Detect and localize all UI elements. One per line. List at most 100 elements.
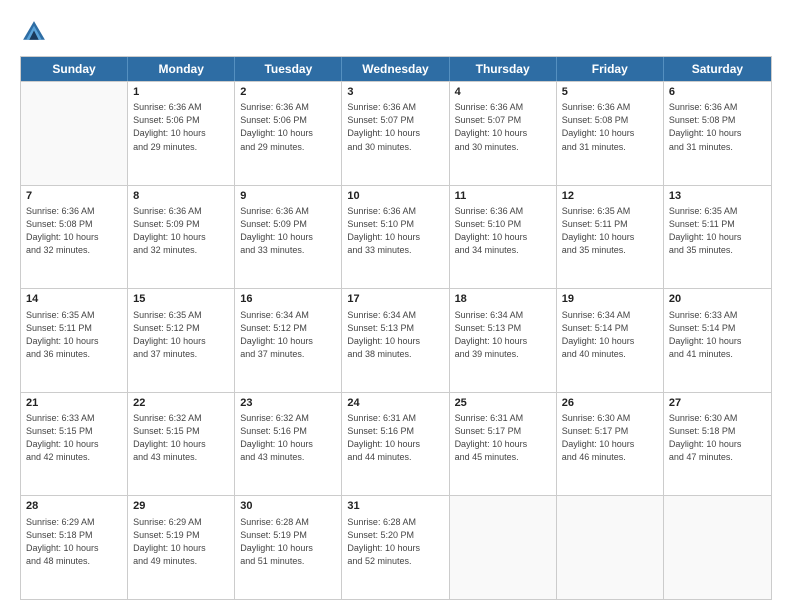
cell-day-number: 28	[26, 499, 122, 514]
cell-info: Sunrise: 6:34 AM Sunset: 5:14 PM Dayligh…	[562, 309, 658, 361]
cell-info: Sunrise: 6:34 AM Sunset: 5:13 PM Dayligh…	[347, 309, 443, 361]
cal-cell: 5Sunrise: 6:36 AM Sunset: 5:08 PM Daylig…	[557, 82, 664, 185]
cal-cell	[557, 496, 664, 599]
cal-cell: 9Sunrise: 6:36 AM Sunset: 5:09 PM Daylig…	[235, 186, 342, 289]
cal-cell	[21, 82, 128, 185]
cell-info: Sunrise: 6:34 AM Sunset: 5:12 PM Dayligh…	[240, 309, 336, 361]
cal-cell: 4Sunrise: 6:36 AM Sunset: 5:07 PM Daylig…	[450, 82, 557, 185]
cell-info: Sunrise: 6:32 AM Sunset: 5:16 PM Dayligh…	[240, 412, 336, 464]
cell-info: Sunrise: 6:35 AM Sunset: 5:11 PM Dayligh…	[669, 205, 766, 257]
day-header-sunday: Sunday	[21, 57, 128, 81]
cal-week-row: 7Sunrise: 6:36 AM Sunset: 5:08 PM Daylig…	[21, 185, 771, 289]
cell-day-number: 8	[133, 189, 229, 204]
cal-cell: 26Sunrise: 6:30 AM Sunset: 5:17 PM Dayli…	[557, 393, 664, 496]
cal-week-row: 1Sunrise: 6:36 AM Sunset: 5:06 PM Daylig…	[21, 81, 771, 185]
cell-day-number: 2	[240, 85, 336, 100]
cal-cell: 2Sunrise: 6:36 AM Sunset: 5:06 PM Daylig…	[235, 82, 342, 185]
cal-week-row: 21Sunrise: 6:33 AM Sunset: 5:15 PM Dayli…	[21, 392, 771, 496]
day-header-monday: Monday	[128, 57, 235, 81]
cell-info: Sunrise: 6:36 AM Sunset: 5:09 PM Dayligh…	[133, 205, 229, 257]
calendar-header: SundayMondayTuesdayWednesdayThursdayFrid…	[21, 57, 771, 81]
cell-info: Sunrise: 6:35 AM Sunset: 5:12 PM Dayligh…	[133, 309, 229, 361]
cell-info: Sunrise: 6:36 AM Sunset: 5:08 PM Dayligh…	[26, 205, 122, 257]
page: SundayMondayTuesdayWednesdayThursdayFrid…	[0, 0, 792, 612]
cell-day-number: 26	[562, 396, 658, 411]
cal-cell: 12Sunrise: 6:35 AM Sunset: 5:11 PM Dayli…	[557, 186, 664, 289]
cal-cell: 11Sunrise: 6:36 AM Sunset: 5:10 PM Dayli…	[450, 186, 557, 289]
logo-icon	[20, 18, 48, 46]
cal-cell: 21Sunrise: 6:33 AM Sunset: 5:15 PM Dayli…	[21, 393, 128, 496]
cal-cell: 31 Sunrise: 6:28 AM Sunset: 5:20 PM Dayli…	[342, 496, 449, 599]
cell-info: Sunrise: 6:28 AM Sunset: 5:20 PM Dayligh…	[347, 516, 443, 568]
cell-day-number: 4	[455, 85, 551, 100]
cell-day-number: 27	[669, 396, 766, 411]
cal-week-row: 14 Sunrise: 6:35 AM Sunset: 5:11 PM Dayli…	[21, 288, 771, 392]
calendar: SundayMondayTuesdayWednesdayThursdayFrid…	[20, 56, 772, 600]
cal-cell: 27Sunrise: 6:30 AM Sunset: 5:18 PM Dayli…	[664, 393, 771, 496]
cal-cell: 14 Sunrise: 6:35 AM Sunset: 5:11 PM Dayli…	[21, 289, 128, 392]
cell-info: Sunrise: 6:36 AM Sunset: 5:10 PM Dayligh…	[455, 205, 551, 257]
cell-day-number: 24	[347, 396, 443, 411]
cell-info: Sunrise: 6:29 AM Sunset: 5:19 PM Dayligh…	[133, 516, 229, 568]
day-header-wednesday: Wednesday	[342, 57, 449, 81]
cell-day-number: 5	[562, 85, 658, 100]
cell-day-number: 18	[455, 292, 551, 307]
cell-info: Sunrise: 6:28 AM Sunset: 5:19 PM Dayligh…	[240, 516, 336, 568]
cell-day-number: 15	[133, 292, 229, 307]
day-header-thursday: Thursday	[450, 57, 557, 81]
cell-info: Sunrise: 6:30 AM Sunset: 5:18 PM Dayligh…	[669, 412, 766, 464]
cell-day-number: 7	[26, 189, 122, 204]
cell-day-number: 3	[347, 85, 443, 100]
cal-cell: 30Sunrise: 6:28 AM Sunset: 5:19 PM Dayli…	[235, 496, 342, 599]
cell-info: Sunrise: 6:32 AM Sunset: 5:15 PM Dayligh…	[133, 412, 229, 464]
cal-cell	[664, 496, 771, 599]
cell-day-number: 22	[133, 396, 229, 411]
cell-day-number: 10	[347, 189, 443, 204]
cal-cell: 10Sunrise: 6:36 AM Sunset: 5:10 PM Dayli…	[342, 186, 449, 289]
cal-cell: 17 Sunrise: 6:34 AM Sunset: 5:13 PM Dayli…	[342, 289, 449, 392]
logo	[20, 18, 52, 46]
cell-info: Sunrise: 6:36 AM Sunset: 5:09 PM Dayligh…	[240, 205, 336, 257]
cell-day-number: 21	[26, 396, 122, 411]
cell-day-number: 17	[347, 292, 443, 307]
cell-info: Sunrise: 6:31 AM Sunset: 5:16 PM Dayligh…	[347, 412, 443, 464]
cell-info: Sunrise: 6:36 AM Sunset: 5:10 PM Dayligh…	[347, 205, 443, 257]
cell-day-number: 25	[455, 396, 551, 411]
cal-cell: 18 Sunrise: 6:34 AM Sunset: 5:13 PM Dayli…	[450, 289, 557, 392]
cell-info: Sunrise: 6:36 AM Sunset: 5:06 PM Dayligh…	[133, 101, 229, 153]
cell-day-number: 6	[669, 85, 766, 100]
day-header-friday: Friday	[557, 57, 664, 81]
cell-info: Sunrise: 6:36 AM Sunset: 5:07 PM Dayligh…	[347, 101, 443, 153]
cell-info: Sunrise: 6:33 AM Sunset: 5:15 PM Dayligh…	[26, 412, 122, 464]
cell-info: Sunrise: 6:33 AM Sunset: 5:14 PM Dayligh…	[669, 309, 766, 361]
header	[20, 18, 772, 46]
cal-cell: 25Sunrise: 6:31 AM Sunset: 5:17 PM Dayli…	[450, 393, 557, 496]
cal-cell: 20Sunrise: 6:33 AM Sunset: 5:14 PM Dayli…	[664, 289, 771, 392]
cell-day-number: 31	[347, 499, 443, 514]
cell-day-number: 19	[562, 292, 658, 307]
cal-week-row: 28Sunrise: 6:29 AM Sunset: 5:18 PM Dayli…	[21, 495, 771, 599]
cell-day-number: 14	[26, 292, 122, 307]
cal-cell: 23Sunrise: 6:32 AM Sunset: 5:16 PM Dayli…	[235, 393, 342, 496]
cell-info: Sunrise: 6:36 AM Sunset: 5:08 PM Dayligh…	[562, 101, 658, 153]
cal-cell: 7Sunrise: 6:36 AM Sunset: 5:08 PM Daylig…	[21, 186, 128, 289]
cell-info: Sunrise: 6:34 AM Sunset: 5:13 PM Dayligh…	[455, 309, 551, 361]
cell-day-number: 1	[133, 85, 229, 100]
calendar-body: 1Sunrise: 6:36 AM Sunset: 5:06 PM Daylig…	[21, 81, 771, 599]
cal-cell	[450, 496, 557, 599]
cell-day-number: 29	[133, 499, 229, 514]
cell-day-number: 12	[562, 189, 658, 204]
cell-day-number: 11	[455, 189, 551, 204]
cell-day-number: 23	[240, 396, 336, 411]
cell-info: Sunrise: 6:35 AM Sunset: 5:11 PM Dayligh…	[26, 309, 122, 361]
cell-info: Sunrise: 6:36 AM Sunset: 5:06 PM Dayligh…	[240, 101, 336, 153]
cell-info: Sunrise: 6:35 AM Sunset: 5:11 PM Dayligh…	[562, 205, 658, 257]
cell-info: Sunrise: 6:36 AM Sunset: 5:08 PM Dayligh…	[669, 101, 766, 153]
cal-cell: 22Sunrise: 6:32 AM Sunset: 5:15 PM Dayli…	[128, 393, 235, 496]
cell-day-number: 16	[240, 292, 336, 307]
day-header-tuesday: Tuesday	[235, 57, 342, 81]
cell-info: Sunrise: 6:30 AM Sunset: 5:17 PM Dayligh…	[562, 412, 658, 464]
cal-cell: 3Sunrise: 6:36 AM Sunset: 5:07 PM Daylig…	[342, 82, 449, 185]
cal-cell: 6Sunrise: 6:36 AM Sunset: 5:08 PM Daylig…	[664, 82, 771, 185]
cal-cell: 13Sunrise: 6:35 AM Sunset: 5:11 PM Dayli…	[664, 186, 771, 289]
